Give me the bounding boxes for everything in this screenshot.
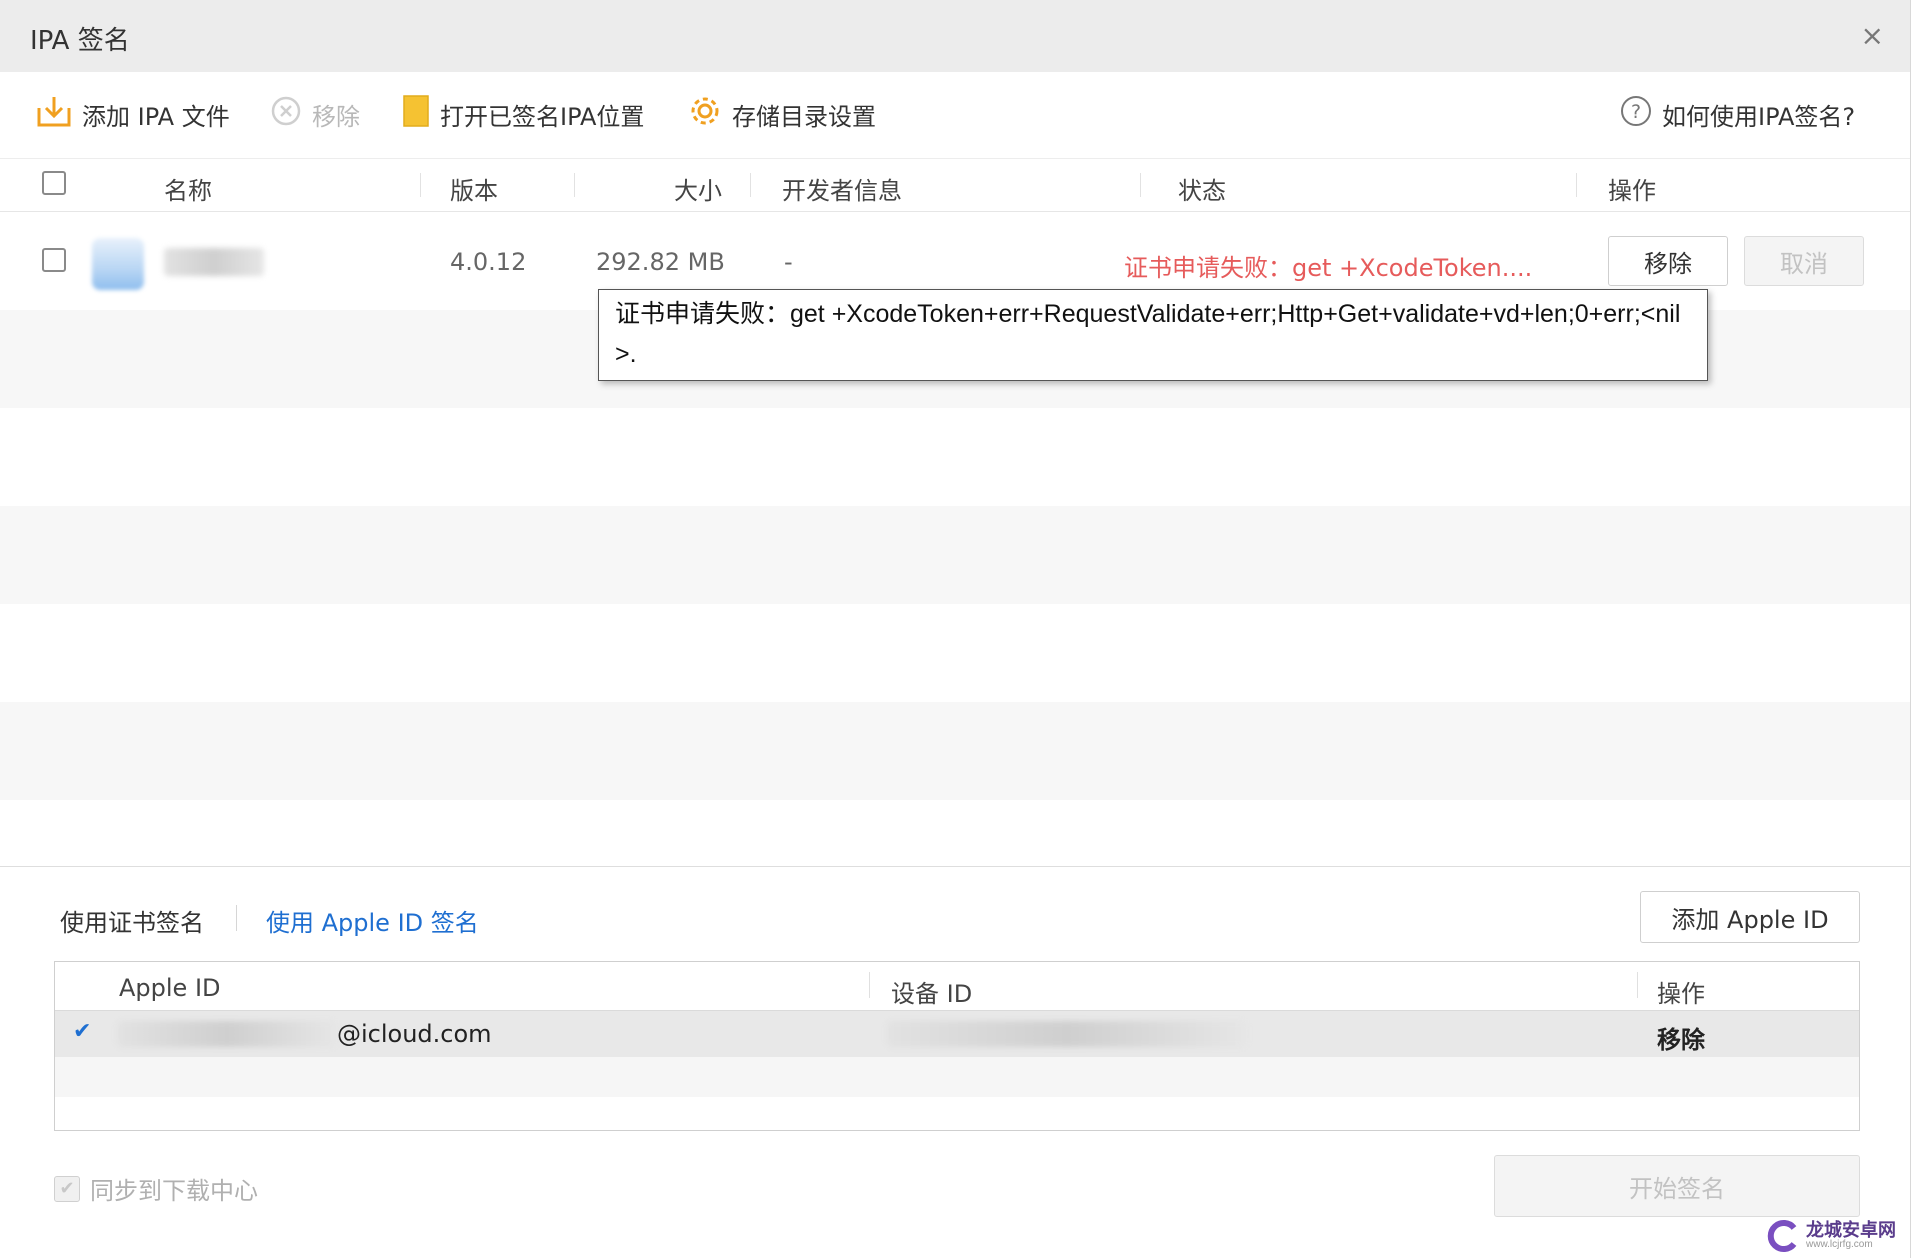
column-divider[interactable] bbox=[1140, 173, 1141, 197]
remove-toolbar-button[interactable]: 移除 bbox=[270, 94, 360, 134]
select-all-checkbox[interactable] bbox=[42, 171, 66, 195]
tab-certificate-sign[interactable]: 使用证书签名 bbox=[60, 903, 204, 938]
checkmark-icon: ✔ bbox=[73, 1019, 92, 1044]
app-version: 4.0.12 bbox=[450, 248, 527, 276]
status-tooltip: 证书申请失败：get +XcodeToken+err+RequestValida… bbox=[598, 289, 1708, 381]
svg-text:?: ? bbox=[1631, 101, 1641, 123]
close-icon[interactable]: × bbox=[1861, 22, 1884, 50]
empty-row bbox=[0, 800, 1910, 866]
developer-info: - bbox=[784, 248, 793, 276]
toolbar: 添加 IPA 文件 移除 打开已签名IPA位置 存储目录设置 ? 如何使用IPA… bbox=[0, 72, 1910, 158]
column-header-size[interactable]: 大小 bbox=[674, 171, 722, 206]
row-checkbox[interactable] bbox=[42, 248, 66, 272]
column-header-name[interactable]: 名称 bbox=[164, 171, 212, 206]
add-ipa-label: 添加 IPA 文件 bbox=[82, 102, 230, 131]
grid-header-device-id[interactable]: 设备 ID bbox=[891, 974, 972, 1009]
watermark: 龙城安卓网 www.lcjrfg.com bbox=[1764, 1218, 1896, 1254]
row-cancel-button[interactable]: 取消 bbox=[1744, 236, 1864, 286]
gear-icon bbox=[688, 94, 722, 134]
tab-divider bbox=[236, 905, 237, 931]
column-divider[interactable] bbox=[750, 173, 751, 197]
signing-panel: 使用证书签名 使用 Apple ID 签名 添加 Apple ID Apple … bbox=[0, 866, 1910, 1258]
apple-id-grid: Apple ID 设备 ID 操作 ✔ @icloud.com 移除 bbox=[54, 961, 1860, 1131]
empty-row bbox=[0, 702, 1910, 800]
status-error-text[interactable]: 证书申请失败：get +XcodeToken.... bbox=[1124, 248, 1532, 283]
row-remove-button[interactable]: 移除 bbox=[1608, 236, 1728, 286]
open-signed-location-button[interactable]: 打开已签名IPA位置 bbox=[402, 94, 644, 134]
column-header-developer[interactable]: 开发者信息 bbox=[782, 171, 902, 206]
help-label: 如何使用IPA签名? bbox=[1662, 102, 1856, 131]
column-header-version[interactable]: 版本 bbox=[450, 171, 498, 206]
grid-header-action[interactable]: 操作 bbox=[1657, 974, 1705, 1009]
watermark-url: www.lcjrfg.com bbox=[1806, 1239, 1873, 1250]
sync-download-center[interactable]: ✔ 同步到下载中心 bbox=[54, 1171, 258, 1206]
apple-id-row[interactable]: ✔ @icloud.com 移除 bbox=[55, 1010, 1859, 1058]
sync-checkbox[interactable]: ✔ bbox=[54, 1175, 80, 1202]
ipa-sign-window: IPA 签名 × 添加 IPA 文件 移除 打开已签名IPA位置 存储目录设置 … bbox=[0, 0, 1911, 1258]
table-header: 名称 版本 大小 开发者信息 状态 操作 bbox=[0, 158, 1910, 212]
tab-apple-id-sign[interactable]: 使用 Apple ID 签名 bbox=[266, 903, 479, 938]
remove-toolbar-label: 移除 bbox=[312, 102, 360, 131]
empty-row bbox=[0, 604, 1910, 702]
open-signed-location-label: 打开已签名IPA位置 bbox=[440, 102, 645, 131]
question-circle-icon: ? bbox=[1620, 95, 1652, 133]
column-divider[interactable] bbox=[869, 972, 870, 998]
app-name-blurred bbox=[164, 248, 264, 276]
sync-label: 同步到下载中心 bbox=[90, 1177, 258, 1205]
column-divider[interactable] bbox=[420, 173, 421, 197]
add-ipa-button[interactable]: 添加 IPA 文件 bbox=[36, 94, 230, 134]
apple-id-blurred bbox=[117, 1021, 337, 1047]
app-icon bbox=[92, 238, 144, 290]
column-header-status[interactable]: 状态 bbox=[1178, 171, 1226, 206]
column-header-action[interactable]: 操作 bbox=[1608, 171, 1656, 206]
empty-row bbox=[0, 408, 1910, 506]
circle-x-icon bbox=[270, 95, 302, 133]
storage-settings-button[interactable]: 存储目录设置 bbox=[688, 94, 876, 134]
column-divider[interactable] bbox=[574, 173, 575, 197]
title-bar: IPA 签名 × bbox=[0, 0, 1910, 73]
download-tray-icon bbox=[36, 94, 72, 134]
apple-id-suffix: @icloud.com bbox=[337, 1020, 492, 1048]
storage-settings-label: 存储目录设置 bbox=[732, 102, 876, 131]
grid-header-apple-id[interactable]: Apple ID bbox=[119, 974, 221, 1002]
window-title: IPA 签名 bbox=[30, 26, 130, 56]
account-remove-link[interactable]: 移除 bbox=[1657, 1020, 1705, 1055]
help-link[interactable]: ? 如何使用IPA签名? bbox=[1620, 94, 1855, 134]
empty-row bbox=[0, 506, 1910, 604]
add-apple-id-button[interactable]: 添加 Apple ID bbox=[1640, 891, 1860, 943]
folder-icon bbox=[402, 94, 430, 134]
watermark-title: 龙城安卓网 bbox=[1806, 1220, 1896, 1240]
column-divider[interactable] bbox=[1576, 173, 1577, 197]
device-id-blurred bbox=[887, 1021, 1247, 1047]
start-sign-button[interactable]: 开始签名 bbox=[1494, 1155, 1860, 1217]
empty-row bbox=[55, 1057, 1859, 1097]
watermark-logo-icon bbox=[1767, 1220, 1797, 1252]
app-size: 292.82 MB bbox=[596, 248, 725, 276]
column-divider[interactable] bbox=[1637, 972, 1638, 998]
